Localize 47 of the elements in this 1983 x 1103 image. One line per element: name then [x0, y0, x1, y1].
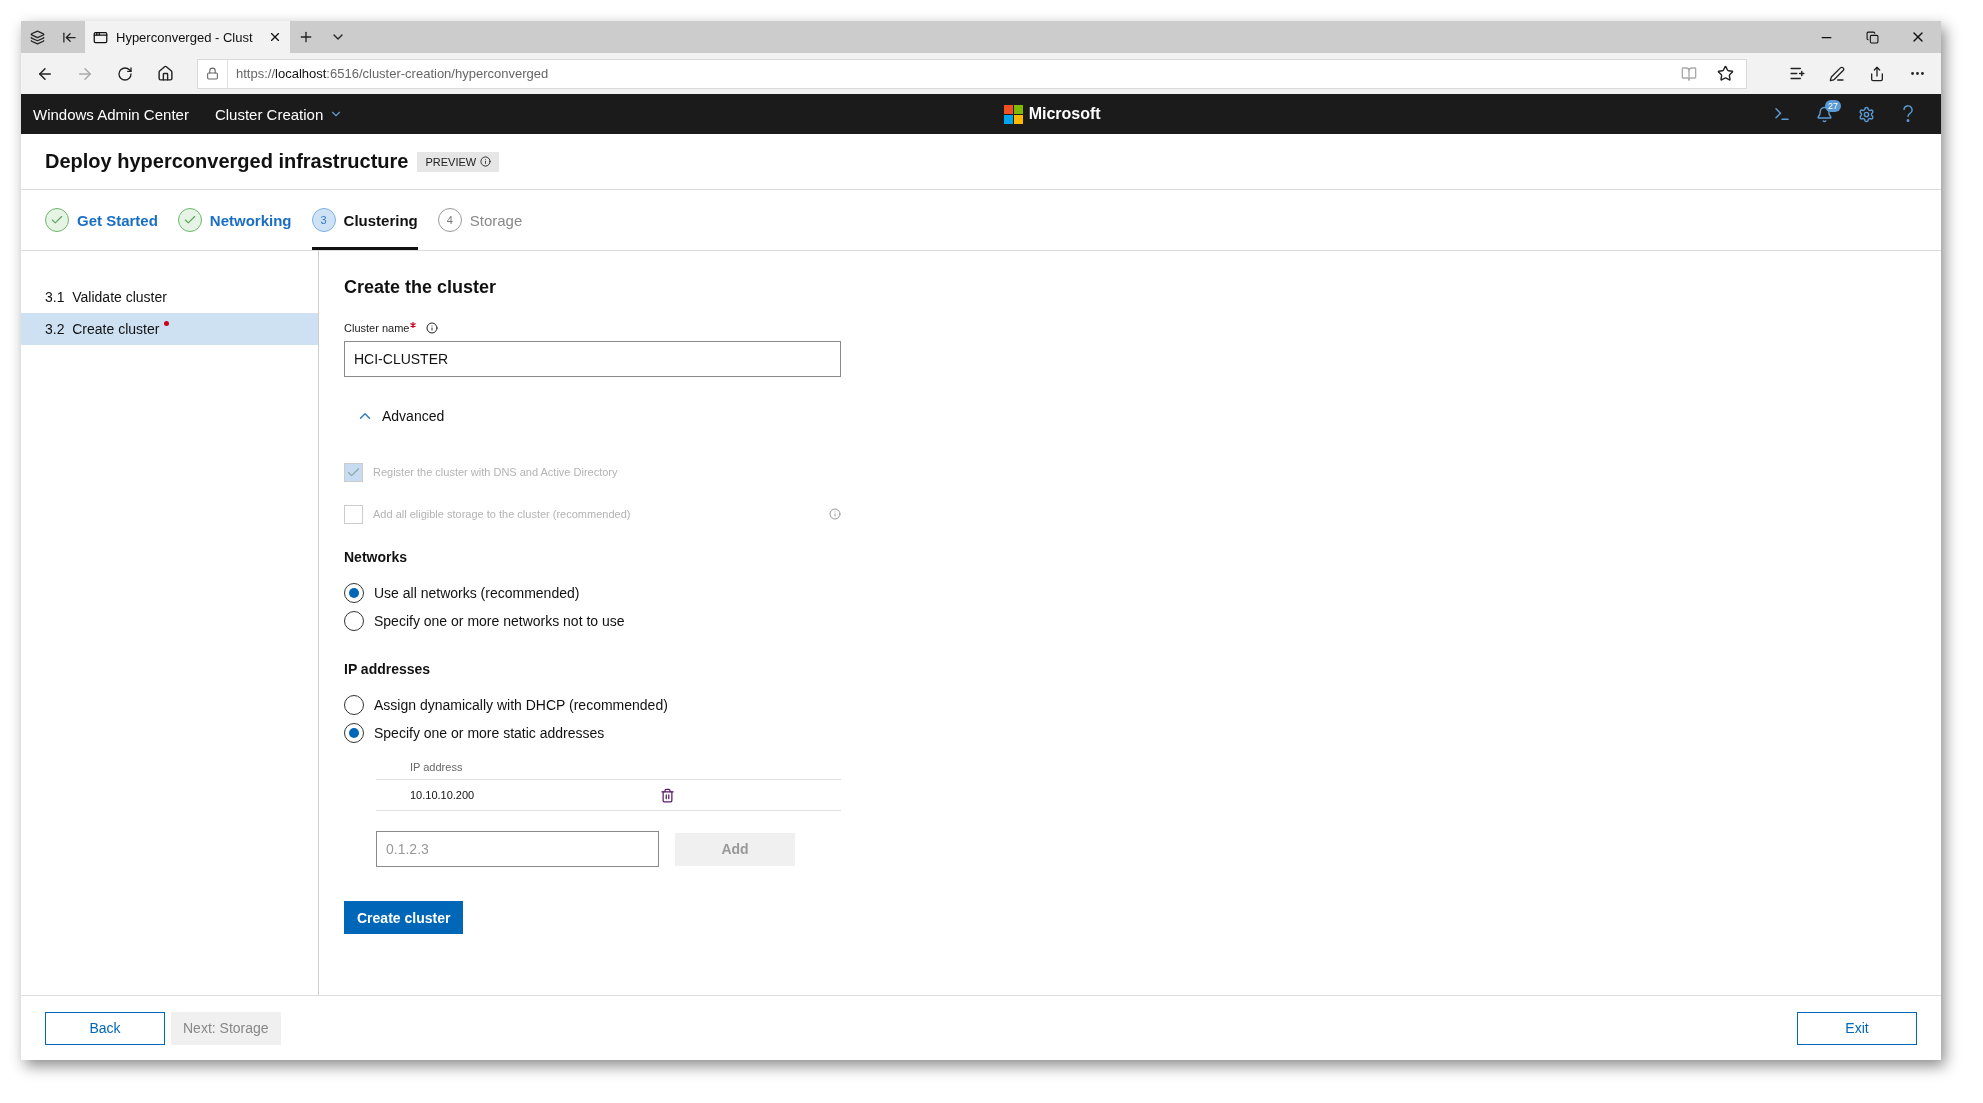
sidebar-item-label: 3.2 Create cluster [45, 321, 160, 337]
advanced-toggle[interactable]: Advanced [344, 407, 1916, 425]
checkbox-label: Add all eligible storage to the cluster (recommended) [373, 508, 632, 520]
radio-label: Specify one or more static addresses [374, 725, 605, 741]
cluster-name-input[interactable]: HCI-CLUSTER [344, 341, 841, 377]
cluster-creation-menu[interactable]: Cluster Creation [214, 105, 344, 123]
browser-tab[interactable]: Hyperconverged - Clust [85, 21, 290, 53]
logo-icon [1003, 104, 1023, 124]
checkbox-label: Register the cluster with DNS and Active Directory [373, 466, 619, 478]
exit-button[interactable]: Exit [1797, 1011, 1917, 1045]
step-number: 4 [437, 208, 462, 232]
check-icon [177, 208, 202, 232]
back-button[interactable]: Back [45, 1011, 165, 1045]
page-title: Deploy hyperconverged infrastructure [45, 150, 409, 173]
field-label: Cluster name [344, 322, 410, 334]
section-heading: Create the cluster [344, 277, 498, 298]
radio-label: Specify one or more networks not to use [374, 613, 625, 629]
lock-icon [206, 67, 219, 80]
page-icon [93, 29, 108, 45]
sidebar-item[interactable]: 3.1 Validate cluster [21, 281, 318, 313]
help-icon [1902, 105, 1914, 123]
networks-heading: Networks [344, 549, 409, 565]
sidebar-item-label: 3.1 Validate cluster [45, 289, 167, 305]
preview-badge: PREVIEW [417, 151, 500, 172]
close-icon[interactable] [268, 30, 282, 44]
sidebar-item[interactable]: 3.2 Create cluster [21, 313, 318, 345]
check-icon [45, 208, 69, 232]
app-name: Windows Admin Center [33, 105, 189, 123]
radio-label: Use all networks (recommended) [374, 585, 580, 601]
create-cluster-button[interactable]: Create cluster [344, 901, 464, 934]
step-number: 3 [311, 208, 336, 232]
column-header: IP address [376, 755, 841, 780]
delete-icon[interactable] [660, 787, 675, 803]
wizard-step-tab[interactable]: 4 Storage [437, 190, 523, 250]
notification-count: 27 [1825, 100, 1842, 112]
star-icon[interactable] [1717, 65, 1734, 82]
info-icon [426, 322, 439, 334]
wizard-step-tab[interactable]: Networking [177, 190, 292, 250]
radio-label: Assign dynamically with DHCP (recommended) [374, 697, 668, 713]
wizard-step-tab[interactable]: Get Started [45, 190, 158, 250]
wizard-step-tab[interactable]: 3 Clustering [311, 190, 418, 250]
address-bar[interactable]: https://localhost:6516/cluster-creation/hyperconverged [197, 58, 1747, 89]
info-icon [480, 156, 492, 167]
logo-text: Microsoft [1028, 105, 1101, 123]
ip-address-input[interactable]: 0.1.2.3 [376, 831, 659, 867]
ip-addresses-heading: IP addresses [344, 661, 432, 677]
table-cell-text: 10.10.10.200 [410, 789, 476, 801]
